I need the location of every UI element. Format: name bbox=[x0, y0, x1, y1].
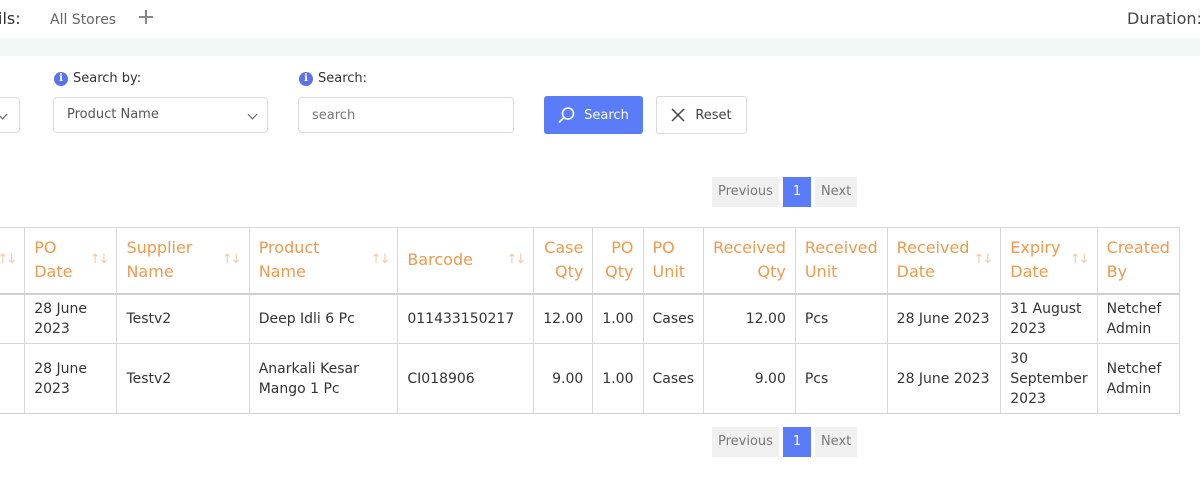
search-by-label: i Search by: bbox=[54, 71, 141, 86]
table-cell: Cases bbox=[642, 343, 705, 414]
table-cell: Netchef Admin bbox=[1096, 293, 1181, 344]
close-icon bbox=[671, 108, 685, 122]
pagination-top: Previous 1 Next bbox=[712, 177, 858, 207]
table-row: 28 June 2023 Testv2 Anarkali Kesar Mango… bbox=[0, 343, 1181, 414]
column-header-po-qty[interactable]: PO Qty bbox=[592, 227, 644, 295]
info-icon: i bbox=[54, 71, 68, 86]
table-cell: Pcs bbox=[794, 293, 888, 344]
table-cell: 011433150217 bbox=[397, 293, 535, 344]
column-header-received-unit[interactable]: Received Unit bbox=[794, 227, 888, 295]
add-store-plus-icon[interactable] bbox=[137, 8, 155, 26]
column-header-hidden[interactable]: ↑↓ bbox=[0, 227, 26, 295]
table-cell: 9.00 bbox=[533, 343, 594, 414]
column-header-po-date[interactable]: PO Date ↑↓ bbox=[24, 227, 118, 295]
table-cell: CI018906 bbox=[397, 343, 535, 414]
table-cell: 1.00 bbox=[592, 293, 644, 344]
table-cell: 30 September 2023 bbox=[1000, 343, 1098, 414]
table-cell: 12.00 bbox=[533, 293, 594, 344]
page-1-button[interactable]: 1 bbox=[782, 177, 811, 207]
filter-label: ils: bbox=[0, 9, 21, 28]
column-header-product-name[interactable]: Product Name ↑↓ bbox=[248, 227, 399, 295]
table-cell: Deep Idli 6 Pc bbox=[248, 293, 399, 344]
column-header-barcode[interactable]: Barcode ↑↓ bbox=[397, 227, 535, 295]
table-cell bbox=[0, 343, 26, 414]
search-icon bbox=[558, 107, 575, 123]
search-by-select[interactable]: Product Name bbox=[53, 97, 268, 133]
table-cell: Netchef Admin bbox=[1096, 343, 1181, 414]
sort-icon: ↑↓ bbox=[89, 252, 110, 268]
column-header-case-qty[interactable]: Case Qty bbox=[533, 227, 594, 295]
pagination-bottom: Previous 1 Next bbox=[712, 427, 858, 457]
table-row: 28 June 2023 Testv2 Deep Idli 6 Pc 01143… bbox=[0, 293, 1181, 344]
sort-icon: ↑↓ bbox=[1069, 252, 1090, 268]
sort-icon: ↑↓ bbox=[506, 252, 526, 268]
table-cell: 31 August 2023 bbox=[1000, 293, 1098, 344]
reset-button[interactable]: Reset bbox=[656, 96, 747, 134]
left-partial-select[interactable] bbox=[0, 97, 20, 133]
table-cell: Anarkali Kesar Mango 1 Pc bbox=[248, 343, 399, 414]
table-cell: 28 June 2023 bbox=[24, 293, 118, 344]
chevron-down-icon bbox=[0, 109, 8, 120]
next-page-button[interactable]: Next bbox=[814, 177, 858, 207]
table-header-row: ↑↓ PO Date ↑↓ Supplier Name ↑↓ Product Nam… bbox=[0, 227, 1181, 295]
sort-icon: ↑↓ bbox=[370, 252, 391, 268]
table-cell bbox=[0, 293, 26, 344]
top-bar: ils: All Stores Duration: bbox=[0, 0, 1200, 38]
column-header-received-qty[interactable]: Received Qty bbox=[703, 227, 796, 295]
table-cell: Cases bbox=[642, 293, 705, 344]
column-header-received-date[interactable]: Received Date ↑↓ bbox=[886, 227, 1002, 295]
column-header-supplier-name[interactable]: Supplier Name ↑↓ bbox=[116, 227, 250, 295]
search-button[interactable]: Search bbox=[544, 96, 643, 134]
table-cell: Pcs bbox=[794, 343, 888, 414]
table-cell: Testv2 bbox=[116, 343, 250, 414]
topbar-divider-strip bbox=[0, 38, 1200, 56]
next-page-button[interactable]: Next bbox=[814, 427, 858, 457]
duration-label: Duration: bbox=[1127, 9, 1200, 28]
table-cell: 1.00 bbox=[592, 343, 644, 414]
previous-page-button[interactable]: Previous bbox=[712, 177, 779, 207]
column-header-expiry-date[interactable]: Expiry Date ↑↓ bbox=[1000, 227, 1098, 295]
table-cell: 9.00 bbox=[703, 343, 796, 414]
search-input[interactable] bbox=[298, 97, 514, 133]
table-cell: 28 June 2023 bbox=[24, 343, 118, 414]
column-header-po-unit[interactable]: PO Unit bbox=[642, 227, 705, 295]
previous-page-button[interactable]: Previous bbox=[712, 427, 779, 457]
sort-icon: ↑↓ bbox=[973, 252, 993, 268]
store-tab-all-stores[interactable]: All Stores bbox=[50, 12, 116, 28]
table-cell: 28 June 2023 bbox=[886, 293, 1002, 344]
sort-icon: ↑↓ bbox=[0, 252, 17, 268]
info-icon: i bbox=[299, 71, 313, 86]
purchase-receipt-table: ↑↓ PO Date ↑↓ Supplier Name ↑↓ Product Nam… bbox=[0, 227, 1181, 414]
search-label: i Search: bbox=[299, 71, 367, 86]
column-header-created-by[interactable]: Created By bbox=[1096, 227, 1181, 295]
table-cell: 28 June 2023 bbox=[886, 343, 1002, 414]
table-cell: Testv2 bbox=[116, 293, 250, 344]
search-by-value: Product Name bbox=[67, 107, 159, 122]
table-cell: 12.00 bbox=[703, 293, 796, 344]
sort-icon: ↑↓ bbox=[221, 252, 242, 268]
page-1-button[interactable]: 1 bbox=[782, 427, 811, 457]
chevron-down-icon bbox=[247, 109, 258, 120]
